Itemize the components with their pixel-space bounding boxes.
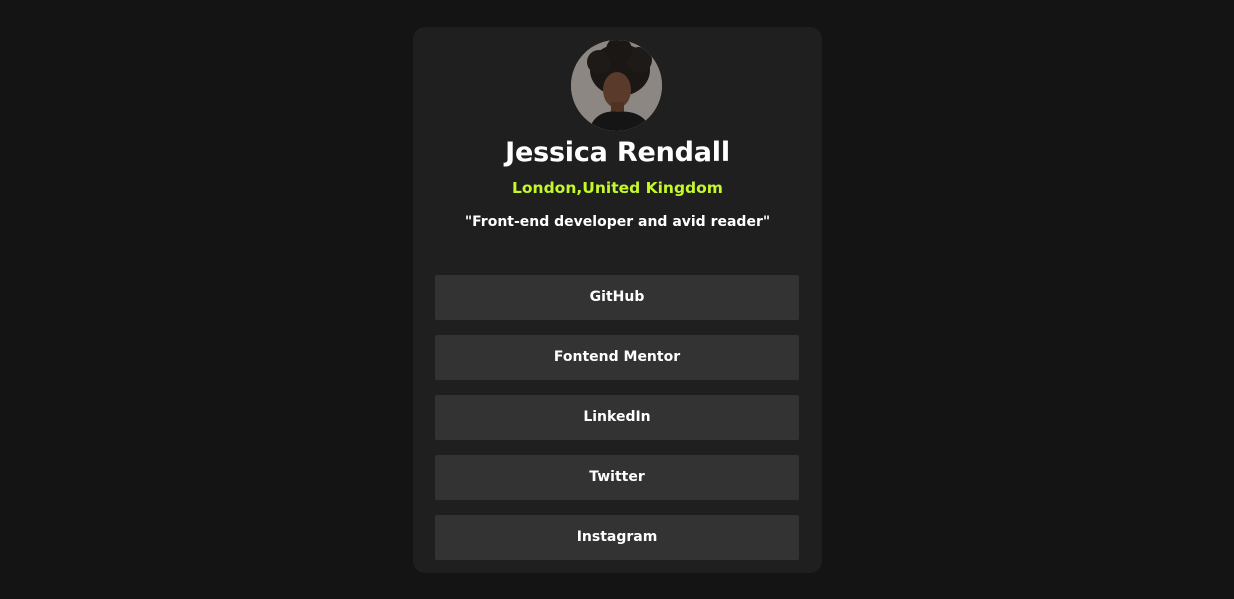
instagram-link-button[interactable]: Instagram <box>435 515 799 560</box>
profile-location: London,United Kingdom <box>512 179 723 197</box>
avatar <box>571 40 662 131</box>
profile-card: Jessica Rendall London,United Kingdom "F… <box>413 27 822 573</box>
profile-bio: "Front-end developer and avid reader" <box>464 214 771 230</box>
frontend-mentor-link-button[interactable]: Fontend Mentor <box>435 335 799 380</box>
avatar-image <box>571 40 662 131</box>
twitter-link-button[interactable]: Twitter <box>435 455 799 500</box>
linkedin-link-button[interactable]: LinkedIn <box>435 395 799 440</box>
github-link-button[interactable]: GitHub <box>435 275 799 320</box>
social-links-list: GitHub Fontend Mentor LinkedIn Twitter I… <box>435 275 799 575</box>
profile-name: Jessica Rendall <box>505 137 730 168</box>
